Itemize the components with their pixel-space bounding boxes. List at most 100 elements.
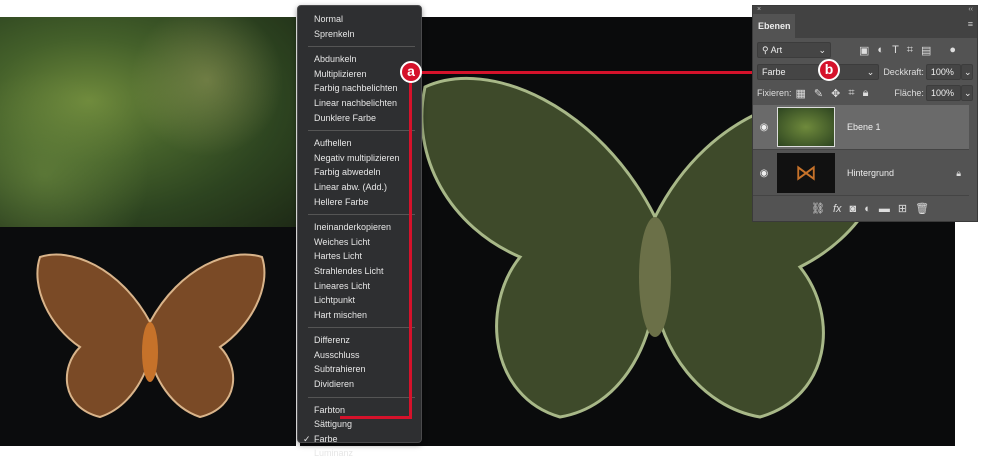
lock-all-icon[interactable]: 🔒︎ xyxy=(863,87,869,100)
adjustment-filter-icon[interactable]: ◐ xyxy=(877,44,884,56)
menu-item-linear-abw-add-[interactable]: Linear abw. (Add.) xyxy=(298,180,421,195)
menu-item-dividieren[interactable]: Dividieren xyxy=(298,377,421,392)
menu-item-subtrahieren[interactable]: Subtrahieren xyxy=(298,362,421,377)
menu-item-label: Hellere Farbe xyxy=(314,196,369,207)
trash-icon[interactable]: 🗑︎ xyxy=(915,202,929,215)
menu-item-label: Farbig nachbelichten xyxy=(314,83,398,94)
smart-object-filter-icon[interactable]: ▤ xyxy=(921,44,931,57)
lock-position-icon[interactable]: ✥ xyxy=(831,87,840,100)
menu-item-label: Lineares Licht xyxy=(314,280,371,291)
menu-item-label: Farbton xyxy=(314,404,346,415)
menu-item-label: Linear nachbelichten xyxy=(314,97,398,108)
menu-item-label: Hartes Licht xyxy=(314,251,363,262)
menu-separator xyxy=(308,396,415,398)
panel-menu-icon[interactable]: ≡ xyxy=(968,19,973,29)
fill-input[interactable]: 100% xyxy=(925,85,961,101)
menu-item-label: Sättigung xyxy=(314,419,353,430)
collapse-icon[interactable]: ‹‹ xyxy=(968,6,973,14)
callout-line-a-horizontal xyxy=(340,416,412,419)
menu-item-weiches-licht[interactable]: Weiches Licht xyxy=(298,235,421,250)
new-layer-icon[interactable]: ⊞ xyxy=(898,202,907,215)
menu-item-label: Dividieren xyxy=(314,379,355,390)
lock-label: Fixieren: xyxy=(757,88,792,98)
original-moth-image xyxy=(0,227,296,446)
layer-thumbnail: ⋈ xyxy=(777,153,835,193)
menu-item-strahlendes-licht[interactable]: Strahlendes Licht xyxy=(298,264,421,279)
filter-toggle[interactable]: ● xyxy=(949,44,956,56)
menu-item-ineinanderkopieren[interactable]: Ineinanderkopieren xyxy=(298,220,421,235)
menu-item-label: Differenz xyxy=(314,335,350,346)
shape-filter-icon[interactable]: ⌗ xyxy=(907,44,913,57)
add-mask-icon[interactable]: ◙ xyxy=(850,203,857,215)
menu-item-label: Farbig abwedeln xyxy=(314,167,381,178)
menu-separator xyxy=(308,214,415,216)
visibility-eye-icon[interactable]: ◉ xyxy=(753,168,775,179)
menu-item-lineares-licht[interactable]: Lineares Licht xyxy=(298,279,421,294)
tab-ebenen[interactable]: Ebenen xyxy=(753,14,795,38)
menu-item-hart-mischen[interactable]: Hart mischen xyxy=(298,308,421,323)
menu-item-sättigung[interactable]: Sättigung xyxy=(298,417,421,432)
layer-name: Ebene 1 xyxy=(847,122,881,132)
lock-artboard-icon[interactable]: ⌗ xyxy=(848,87,854,100)
layers-panel: × ‹‹ Ebenen ≡ ⚲ Art ⌄ ▣ ◐ T ⌗ ▤ ● Farbe ⌄ Deckkra… xyxy=(752,5,978,222)
menu-item-dunklere-farbe[interactable]: Dunklere Farbe xyxy=(298,111,421,126)
callout-badge-a: a xyxy=(400,61,422,83)
menu-item-differenz[interactable]: Differenz xyxy=(298,333,421,348)
menu-item-label: Ineinanderkopieren xyxy=(314,222,392,233)
fill-dropdown[interactable]: ⌄ xyxy=(961,85,973,101)
image-filter-icon[interactable]: ▣ xyxy=(859,44,869,57)
menu-item-farbe[interactable]: ✓ Farbe xyxy=(298,432,421,447)
menu-separator xyxy=(308,46,415,48)
callout-line-a-b xyxy=(410,71,752,74)
menu-item-farbig-nachbelichten[interactable]: Farbig nachbelichten xyxy=(298,81,421,96)
menu-item-label: Weiches Licht xyxy=(314,236,370,247)
menu-item-label: Aufhellen xyxy=(314,138,352,149)
opacity-dropdown[interactable]: ⌄ xyxy=(961,64,973,80)
filter-select[interactable]: ⚲ Art ⌄ xyxy=(757,42,831,58)
menu-item-label: Ausschluss xyxy=(314,349,360,360)
visibility-eye-icon[interactable]: ◉ xyxy=(753,122,775,133)
search-icon: ⚲ xyxy=(762,45,771,55)
opacity-input[interactable]: 100% xyxy=(925,64,961,80)
menu-item-aufhellen[interactable]: Aufhellen xyxy=(298,136,421,151)
menu-item-label: Strahlendes Licht xyxy=(314,265,384,276)
menu-separator xyxy=(308,130,415,132)
type-filter-icon[interactable]: T xyxy=(892,44,899,56)
checkmark-icon: ✓ xyxy=(303,433,311,444)
menu-item-hellere-farbe[interactable]: Hellere Farbe xyxy=(298,195,421,210)
close-icon[interactable]: × xyxy=(757,6,761,14)
menu-item-normal[interactable]: Normal xyxy=(298,12,421,27)
menu-item-negativ-multiplizieren[interactable]: Negativ multiplizieren xyxy=(298,151,421,166)
lock-pixels-icon[interactable]: ✎ xyxy=(814,87,823,100)
folder-icon[interactable]: ▬ xyxy=(879,203,890,215)
menu-separator xyxy=(308,327,415,329)
menu-item-label: Linear abw. (Add.) xyxy=(314,181,388,192)
lock-transparency-icon[interactable]: ▦ xyxy=(796,87,806,100)
menu-item-ausschluss[interactable]: Ausschluss xyxy=(298,348,421,363)
fill-label: Fläche: xyxy=(894,88,924,98)
layer-row-hintergrund[interactable]: ◉ ⋈ Hintergrund 🔒︎ xyxy=(753,151,969,196)
menu-item-luminanz[interactable]: Luminanz xyxy=(298,446,421,461)
menu-item-label: Normal xyxy=(314,14,344,24)
menu-item-label: Farbe xyxy=(314,433,338,444)
menu-item-farbig-abwedeln[interactable]: Farbig abwedeln xyxy=(298,165,421,180)
menu-item-label: Multiplizieren xyxy=(314,68,367,79)
menu-item-label: Hart mischen xyxy=(314,309,368,320)
callout-badge-b: b xyxy=(818,59,840,81)
menu-item-linear-nachbelichten[interactable]: Linear nachbelichten xyxy=(298,96,421,111)
menu-item-label: Dunklere Farbe xyxy=(314,112,377,123)
adjustment-layer-icon[interactable]: ◐ xyxy=(864,203,871,215)
layer-row-ebene-1[interactable]: ◉ Ebene 1 xyxy=(753,105,969,150)
menu-item-hartes-licht[interactable]: Hartes Licht xyxy=(298,249,421,264)
layer-name: Hintergrund xyxy=(847,168,895,178)
green-bokeh-image xyxy=(0,17,296,227)
menu-item-label: Luminanz xyxy=(314,448,354,459)
layer-thumbnail xyxy=(777,107,835,147)
menu-item-sprenkeln[interactable]: Sprenkeln xyxy=(298,27,421,42)
menu-item-lichtpunkt[interactable]: Lichtpunkt xyxy=(298,293,421,308)
link-layers-icon[interactable]: ⛓ xyxy=(811,202,825,215)
fx-icon[interactable]: fx xyxy=(833,203,842,215)
menu-item-label: Abdunkeln xyxy=(314,54,357,65)
menu-item-label: Subtrahieren xyxy=(314,364,366,375)
menu-item-label: Lichtpunkt xyxy=(314,295,356,306)
